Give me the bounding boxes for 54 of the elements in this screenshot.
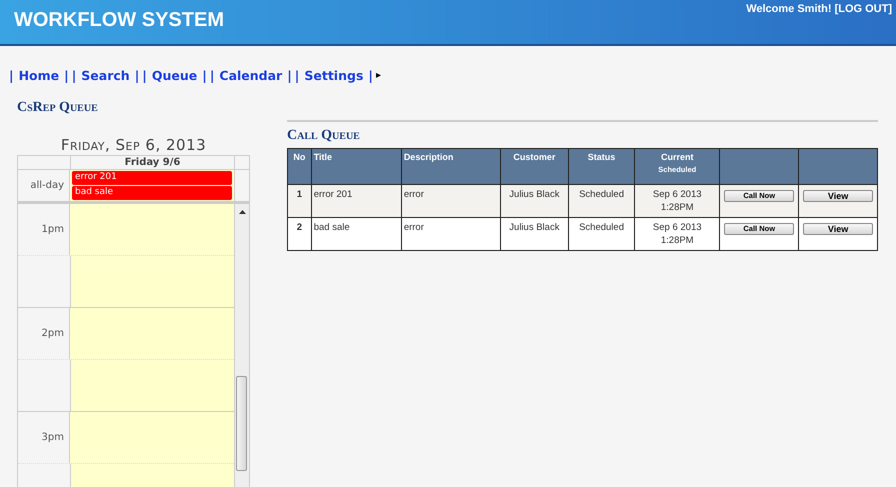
table-cell: bad sale <box>314 222 350 233</box>
table-cell: Scheduled <box>579 222 624 233</box>
table-cell: error <box>404 222 424 233</box>
logout-link[interactable]: [LOG OUT] <box>834 3 892 15</box>
column-header: Title <box>311 148 402 184</box>
table-cell: 2 <box>296 222 302 233</box>
nav-separator: | <box>210 68 214 82</box>
time-label: 1pm <box>42 224 64 235</box>
table-cell: Sep 6 2013 1:28PM <box>652 222 702 246</box>
welcome-text: Welcome Smith! <box>746 3 832 15</box>
page-title: CsRep Queue <box>17 100 99 116</box>
column-header: Status <box>568 148 635 184</box>
scrollbar[interactable] <box>234 204 249 487</box>
view-button[interactable]: View <box>803 190 874 202</box>
section-title: Call Queue <box>287 128 361 145</box>
scroll-thumb[interactable] <box>236 376 247 471</box>
column-header: Customer <box>500 148 568 184</box>
time-slot[interactable] <box>70 204 234 255</box>
nav-link[interactable]: Settings <box>304 68 364 82</box>
time-label: 2pm <box>42 328 64 339</box>
calendar-date-title: Friday, Sep 6, 2013 <box>60 136 208 155</box>
time-label: 3pm <box>42 432 64 443</box>
table-cell: error <box>404 189 424 200</box>
nav-separator: | <box>202 68 207 82</box>
nav-separator: | <box>64 68 69 82</box>
column-header: Description <box>401 148 500 184</box>
time-slot[interactable] <box>70 308 234 359</box>
nav-separator: | <box>9 68 14 82</box>
nav-link[interactable]: Search <box>81 68 130 82</box>
nav-separator: | <box>134 68 140 82</box>
scroll-up-icon[interactable] <box>239 210 246 214</box>
column-header: No <box>288 148 312 184</box>
allday-label: all-day <box>30 180 64 191</box>
table-cell: Julius Black <box>509 222 560 233</box>
nav-link[interactable]: Queue <box>152 68 198 82</box>
time-slot[interactable] <box>71 256 234 307</box>
nav-separator: | <box>72 68 76 82</box>
table-cell: 1 <box>296 189 302 200</box>
nav-link[interactable]: Home <box>18 68 60 82</box>
app-title: WORKFLOW SYSTEM <box>14 9 224 32</box>
table-cell: Scheduled <box>579 189 624 200</box>
nav-separator: | <box>368 68 373 82</box>
more-arrow[interactable]: ▸ <box>376 70 381 80</box>
nav-separator: | <box>142 68 147 82</box>
table-cell: Sep 6 2013 1:28PM <box>652 189 702 213</box>
table-cell: Julius Black <box>509 189 560 200</box>
view-button[interactable]: View <box>803 223 874 235</box>
day-header: Friday 9/6 <box>124 156 182 169</box>
nav-separator: | <box>294 68 300 82</box>
calendar-event[interactable]: error 201 <box>72 171 232 185</box>
table-cell: error 201 <box>314 189 352 200</box>
nav-link[interactable]: Calendar <box>219 68 282 82</box>
nav-separator: | <box>287 68 292 82</box>
calendar-event[interactable]: bad sale <box>72 186 232 200</box>
